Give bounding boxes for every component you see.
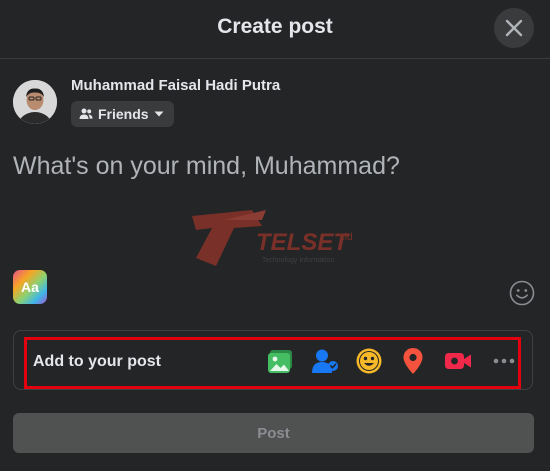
tag-people-icon [312, 349, 338, 373]
dialog-header: Create post [0, 0, 550, 59]
tag-people-button[interactable] [311, 347, 339, 375]
watermark-logo: TELSET .id Technology Information [192, 210, 353, 266]
photo-video-button[interactable] [266, 347, 294, 375]
photo-icon [267, 349, 292, 373]
text-format-button[interactable]: Aa [13, 270, 47, 304]
post-text-input[interactable] [13, 146, 533, 186]
more-options-button[interactable] [490, 347, 518, 375]
user-name: Muhammad Faisal Hadi Putra [71, 77, 281, 94]
audience-selector[interactable]: Friends [71, 101, 174, 127]
close-button[interactable] [494, 8, 534, 48]
avatar[interactable] [13, 80, 57, 124]
post-button-label: Post [257, 424, 290, 442]
live-video-button[interactable] [444, 347, 472, 375]
avatar-image [13, 80, 57, 124]
caret-down-icon [154, 111, 164, 117]
audience-label: Friends [98, 106, 149, 122]
check-in-button[interactable] [399, 347, 427, 375]
text-format-label: Aa [21, 279, 39, 295]
more-icon [493, 358, 515, 364]
emoji-icon[interactable] [509, 280, 535, 306]
location-pin-icon [403, 348, 423, 374]
dialog-title: Create post [217, 15, 333, 38]
watermark-suffix: .id [342, 232, 353, 243]
watermark-tagline: Technology Information [262, 257, 334, 264]
post-button[interactable]: Post [13, 413, 534, 453]
live-video-icon [445, 353, 471, 369]
feeling-icon [356, 348, 382, 374]
friends-icon [79, 108, 93, 119]
close-icon [505, 19, 523, 37]
add-to-post-label: Add to your post [33, 353, 161, 370]
watermark-brand: TELSET [256, 229, 350, 256]
feeling-activity-button[interactable] [355, 347, 383, 375]
